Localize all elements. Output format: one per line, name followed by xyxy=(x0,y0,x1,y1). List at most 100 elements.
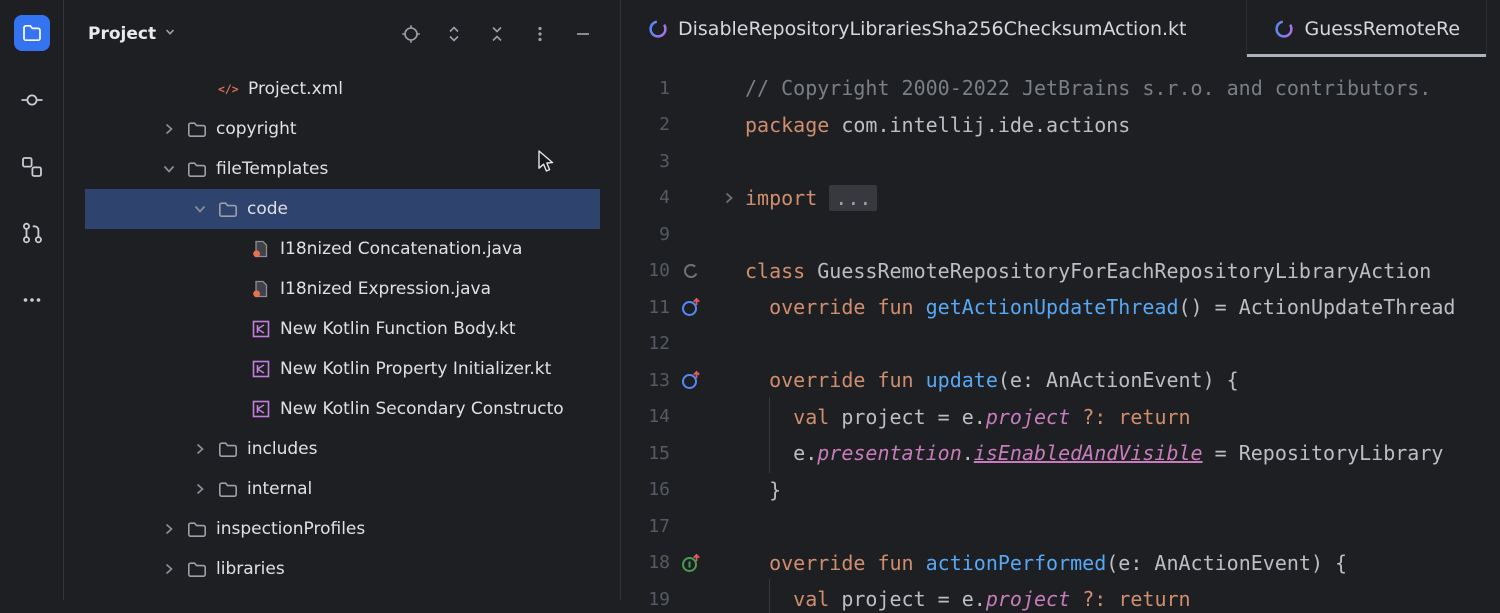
line-number[interactable]: 4 xyxy=(621,187,670,208)
line-number[interactable]: 12 xyxy=(621,333,670,354)
code-token xyxy=(817,186,829,210)
code-line[interactable]: 16 } xyxy=(621,472,1500,509)
code-token: ... xyxy=(829,185,877,211)
gutter-implement-icon[interactable] xyxy=(670,552,712,574)
code-line[interactable]: 19 val project = e.project ?: return xyxy=(621,581,1500,613)
structure-icon[interactable] xyxy=(14,149,50,185)
code-token: GuessRemoteRepositoryForEachRepositoryLi… xyxy=(805,259,1431,283)
code-token xyxy=(745,551,769,575)
editor-tab[interactable]: DisableRepositoryLibrariesSha256Checksum… xyxy=(621,0,1247,57)
line-number[interactable]: 18 xyxy=(621,552,670,573)
code-token: project xyxy=(986,405,1070,429)
tree-chevron-icon[interactable] xyxy=(183,441,217,457)
tree-item[interactable]: </>Project.xml xyxy=(64,69,620,109)
line-number[interactable]: 3 xyxy=(621,151,670,172)
tree-item-label: New Kotlin Property Initializer.kt xyxy=(280,359,551,379)
code-line[interactable]: 10 class GuessRemoteRepositoryForEachRepo… xyxy=(621,253,1500,290)
code-line[interactable]: 15 e.presentation.isEnabledAndVisible = … xyxy=(621,435,1500,472)
code-editor[interactable]: 1// Copyright 2000-2022 JetBrains s.r.o.… xyxy=(621,57,1500,613)
line-number[interactable]: 16 xyxy=(621,479,670,500)
gutter-override-icon[interactable] xyxy=(670,296,712,318)
editor-tab[interactable]: GuessRemoteRe xyxy=(1247,0,1487,57)
project-folder-icon[interactable] xyxy=(14,15,50,51)
gutter-override-icon[interactable] xyxy=(670,369,712,391)
tree-item[interactable]: libraries xyxy=(64,549,620,589)
code-text: override fun getActionUpdateThread() = A… xyxy=(745,295,1455,319)
line-number[interactable]: 15 xyxy=(621,443,670,464)
tree-item[interactable]: copyright xyxy=(64,109,620,149)
code-line[interactable]: 13 override fun update(e: AnActionEvent)… xyxy=(621,362,1500,399)
project-view-selector[interactable]: Project xyxy=(88,24,177,44)
gutter-class-icon[interactable] xyxy=(670,262,712,280)
tree-item[interactable]: code xyxy=(64,189,620,229)
code-token xyxy=(745,295,769,319)
code-line[interactable]: 4 import ... xyxy=(621,180,1500,217)
tree-item[interactable]: I18nized Expression.java xyxy=(64,269,620,309)
code-token: = RepositoryLibrary xyxy=(1203,441,1444,465)
code-token: fun xyxy=(877,295,913,319)
code-token: (e: AnActionEvent) { xyxy=(998,368,1239,392)
code-line[interactable]: 12 xyxy=(621,326,1500,363)
hide-icon[interactable] xyxy=(573,24,593,44)
code-token: update xyxy=(926,368,998,392)
line-number[interactable]: 17 xyxy=(621,516,670,537)
code-token xyxy=(1070,405,1082,429)
tree-chevron-icon[interactable] xyxy=(152,121,186,137)
folder-file-icon xyxy=(217,441,239,458)
code-token xyxy=(865,551,877,575)
more-icon[interactable] xyxy=(14,282,50,318)
tree-chevron-icon[interactable] xyxy=(183,481,217,497)
tree-item[interactable]: inspectionProfiles xyxy=(64,509,620,549)
tree-item[interactable]: New Kotlin Property Initializer.kt xyxy=(64,349,620,389)
tree-item[interactable]: internal xyxy=(64,469,620,509)
collapse-all-icon[interactable] xyxy=(487,24,507,44)
code-text: e.presentation.isEnabledAndVisible = Rep… xyxy=(745,441,1443,465)
code-line[interactable]: 18 override fun actionPerformed(e: AnAct… xyxy=(621,545,1500,582)
code-line[interactable]: 14 val project = e.project ?: return xyxy=(621,399,1500,436)
line-number[interactable]: 11 xyxy=(621,297,670,318)
code-line[interactable]: 1// Copyright 2000-2022 JetBrains s.r.o.… xyxy=(621,70,1500,107)
code-token xyxy=(1106,405,1118,429)
locate-icon[interactable] xyxy=(401,24,421,44)
tree-item[interactable]: I18nized Concatenation.java xyxy=(64,229,620,269)
line-number[interactable]: 19 xyxy=(621,589,670,610)
more-options-icon[interactable] xyxy=(530,24,550,44)
code-text: val project = e.project ?: return xyxy=(745,587,1191,611)
code-token: import xyxy=(745,186,817,210)
kotlin-file-icon xyxy=(250,320,272,338)
tree-chevron-icon[interactable] xyxy=(152,161,186,177)
tree-chevron-icon[interactable] xyxy=(152,561,186,577)
line-number[interactable]: 10 xyxy=(621,260,670,281)
code-line[interactable]: 11 override fun getActionUpdateThread() … xyxy=(621,289,1500,326)
commit-icon[interactable] xyxy=(14,82,50,118)
code-line[interactable]: 17 xyxy=(621,508,1500,545)
code-token xyxy=(1106,587,1118,611)
tree-item-label: libraries xyxy=(216,559,285,579)
tree-chevron-icon[interactable] xyxy=(152,521,186,537)
code-line[interactable]: 9 xyxy=(621,216,1500,253)
line-number[interactable]: 9 xyxy=(621,224,670,245)
pull-requests-icon[interactable] xyxy=(14,215,50,251)
tree-item[interactable]: New Kotlin Secondary Constructo xyxy=(64,389,620,429)
expand-all-icon[interactable] xyxy=(444,24,464,44)
indent-guide xyxy=(769,579,770,613)
code-token: () = ActionUpdateThread xyxy=(1179,295,1456,319)
tree-chevron-icon[interactable] xyxy=(183,201,217,217)
indent-guide xyxy=(769,397,770,437)
code-line[interactable]: 2package com.intellij.ide.actions xyxy=(621,107,1500,144)
line-number[interactable]: 1 xyxy=(621,78,670,99)
line-number[interactable]: 13 xyxy=(621,370,670,391)
line-number[interactable]: 14 xyxy=(621,406,670,427)
tree-item[interactable]: fileTemplates xyxy=(64,149,620,189)
code-token: class xyxy=(745,259,805,283)
line-number[interactable]: 2 xyxy=(621,114,670,135)
tree-item[interactable]: includes xyxy=(64,429,620,469)
code-line[interactable]: 3 xyxy=(621,143,1500,180)
code-token: override xyxy=(769,368,865,392)
folder-file-icon xyxy=(186,161,208,178)
code-token: val xyxy=(793,405,829,429)
tree-item-label: New Kotlin Secondary Constructo xyxy=(280,399,564,419)
tree-item[interactable]: New Kotlin Function Body.kt xyxy=(64,309,620,349)
tree-item-label: Project.xml xyxy=(248,79,343,99)
fold-chevron-icon[interactable] xyxy=(712,190,745,206)
